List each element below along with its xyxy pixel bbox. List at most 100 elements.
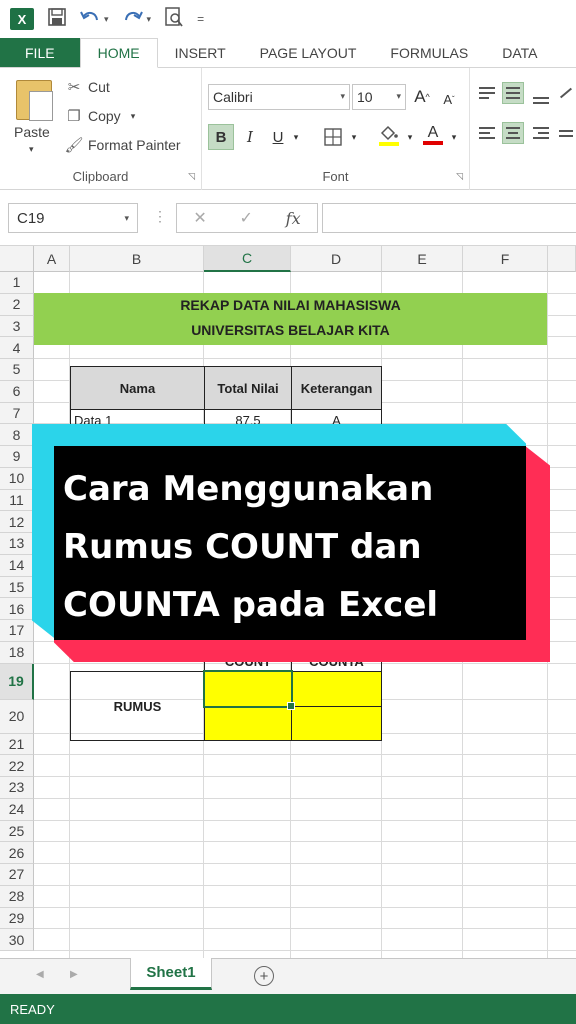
header-keterangan[interactable]: Keterangan [291, 366, 382, 410]
align-right-icon[interactable] [530, 122, 552, 144]
paste-icon[interactable] [16, 80, 53, 121]
row-header-30[interactable]: 30 [0, 929, 34, 951]
format-painter-button[interactable]: 🖌 Format Painter [64, 136, 180, 154]
align-left-icon[interactable] [476, 122, 498, 144]
save-icon[interactable] [48, 7, 66, 31]
enter-icon[interactable]: ✓ [240, 208, 253, 228]
row-header-16[interactable]: 16 [0, 598, 34, 620]
row-header-11[interactable]: 11 [0, 489, 34, 512]
row-header-24[interactable]: 24 [0, 798, 34, 821]
middle-align-icon[interactable] [502, 82, 524, 104]
add-sheet-icon[interactable]: + [254, 966, 274, 986]
shrink-font-button[interactable]: Aˇ [438, 86, 460, 112]
cell-d19[interactable] [291, 671, 382, 707]
row-header-19[interactable]: 19 [0, 663, 34, 700]
column-header-f[interactable]: F [463, 246, 548, 272]
bottom-align-icon[interactable] [530, 86, 552, 108]
row-header-12[interactable]: 12 [0, 511, 34, 533]
row-header-20[interactable]: 20 [0, 699, 34, 734]
row-header-23[interactable]: 23 [0, 777, 34, 799]
row-header-7[interactable]: 7 [0, 402, 34, 425]
scroll-tabs-right-icon[interactable]: ▶ [70, 969, 78, 980]
row-header-28[interactable]: 28 [0, 885, 34, 908]
scroll-tabs-left-icon[interactable]: ◀ [36, 969, 44, 980]
fill-color-button[interactable] [376, 122, 402, 148]
tab-data[interactable]: DATA [485, 38, 554, 67]
row-header-21[interactable]: 21 [0, 733, 34, 756]
redo-dropdown-icon[interactable]: ▾ [147, 14, 152, 25]
underline-dropdown-icon[interactable]: ▾ [290, 124, 302, 150]
row-header-15[interactable]: 15 [0, 576, 34, 599]
font-color-button[interactable]: A [420, 122, 446, 148]
bold-button[interactable]: B [208, 124, 234, 150]
italic-button[interactable]: I [238, 124, 262, 150]
row-header-8[interactable]: 8 [0, 424, 34, 446]
cut-button[interactable]: ✂ Cut [64, 78, 110, 96]
row-header-5[interactable]: 5 [0, 359, 34, 381]
copy-dropdown-icon[interactable]: ▾ [131, 111, 136, 122]
dialog-launcher-icon[interactable]: ◹ [188, 171, 195, 182]
tab-file[interactable]: FILE [0, 38, 80, 67]
print-preview-icon[interactable] [165, 6, 183, 32]
row-header-26[interactable]: 26 [0, 842, 34, 864]
column-header-d[interactable]: D [291, 246, 382, 272]
column-header-b[interactable]: B [70, 246, 204, 272]
dialog-launcher-icon[interactable]: ◹ [456, 171, 463, 182]
cell-d20[interactable] [291, 706, 382, 741]
header-nama[interactable]: Nama [70, 366, 205, 410]
tab-page-layout[interactable]: PAGE LAYOUT [243, 38, 374, 67]
column-header-c[interactable]: C [204, 246, 291, 272]
row-header-13[interactable]: 13 [0, 533, 34, 555]
underline-button[interactable]: U [266, 124, 290, 150]
row-header-14[interactable]: 14 [0, 554, 34, 577]
undo-icon[interactable] [80, 9, 100, 30]
paste-button[interactable]: Paste [14, 124, 50, 140]
cancel-icon[interactable]: ✕ [193, 208, 206, 228]
align-center-icon[interactable] [502, 122, 524, 144]
copy-button[interactable]: ❐ Copy ▾ [64, 107, 135, 125]
indent-icon[interactable] [556, 122, 576, 144]
borders-button[interactable] [320, 124, 346, 150]
insert-function-icon[interactable]: fx [286, 209, 301, 228]
row-header-1[interactable]: 1 [0, 272, 34, 294]
row-header-2[interactable]: 2 [0, 293, 34, 316]
formula-input[interactable] [322, 203, 576, 233]
row-header-4[interactable]: 4 [0, 337, 34, 359]
tab-insert[interactable]: INSERT [158, 38, 243, 67]
row-header-6[interactable]: 6 [0, 380, 34, 403]
row-header-17[interactable]: 17 [0, 620, 34, 642]
font-size-select[interactable]: 10 ▾ [352, 84, 406, 110]
row-header-22[interactable]: 22 [0, 755, 34, 777]
name-box[interactable]: C19 ▾ [8, 203, 138, 233]
font-name-select[interactable]: Calibri ▾ [208, 84, 350, 110]
row-header-18[interactable]: 18 [0, 641, 34, 664]
column-header-next[interactable] [548, 246, 576, 272]
row-header-27[interactable]: 27 [0, 864, 34, 886]
tab-home[interactable]: HOME [79, 38, 158, 68]
borders-dropdown-icon[interactable]: ▾ [348, 124, 360, 150]
row-header-3[interactable]: 3 [0, 315, 34, 338]
fill-color-dropdown-icon[interactable]: ▾ [404, 124, 416, 150]
row-header-9[interactable]: 9 [0, 446, 34, 468]
font-color-dropdown-icon[interactable]: ▾ [448, 124, 460, 150]
orientation-icon[interactable] [556, 82, 576, 104]
sheet-tab-sheet1[interactable]: Sheet1 [130, 958, 212, 990]
cell-c20[interactable] [204, 706, 292, 741]
header-total-nilai[interactable]: Total Nilai [204, 366, 292, 410]
row-header-25[interactable]: 25 [0, 820, 34, 843]
row-header-10[interactable]: 10 [0, 467, 34, 490]
active-cell-selection[interactable] [203, 670, 295, 710]
title-banner[interactable]: REKAP DATA NILAI MAHASISWA UNIVERSITAS B… [34, 293, 547, 345]
column-header-e[interactable]: E [382, 246, 463, 272]
paste-dropdown-icon[interactable]: ▾ [29, 144, 34, 155]
tab-formulas[interactable]: FORMULAS [373, 38, 485, 67]
row-header-29[interactable]: 29 [0, 907, 34, 930]
top-align-icon[interactable] [476, 82, 498, 104]
grow-font-button[interactable]: A ^ [410, 84, 434, 110]
column-header-a[interactable]: A [34, 246, 70, 272]
undo-dropdown-icon[interactable]: ▾ [104, 14, 109, 25]
redo-icon[interactable] [123, 9, 143, 30]
formula-bar-grip-icon[interactable]: ⋮ [153, 208, 167, 225]
customize-qat-icon[interactable]: = [197, 12, 204, 26]
select-all-corner[interactable] [0, 246, 34, 272]
